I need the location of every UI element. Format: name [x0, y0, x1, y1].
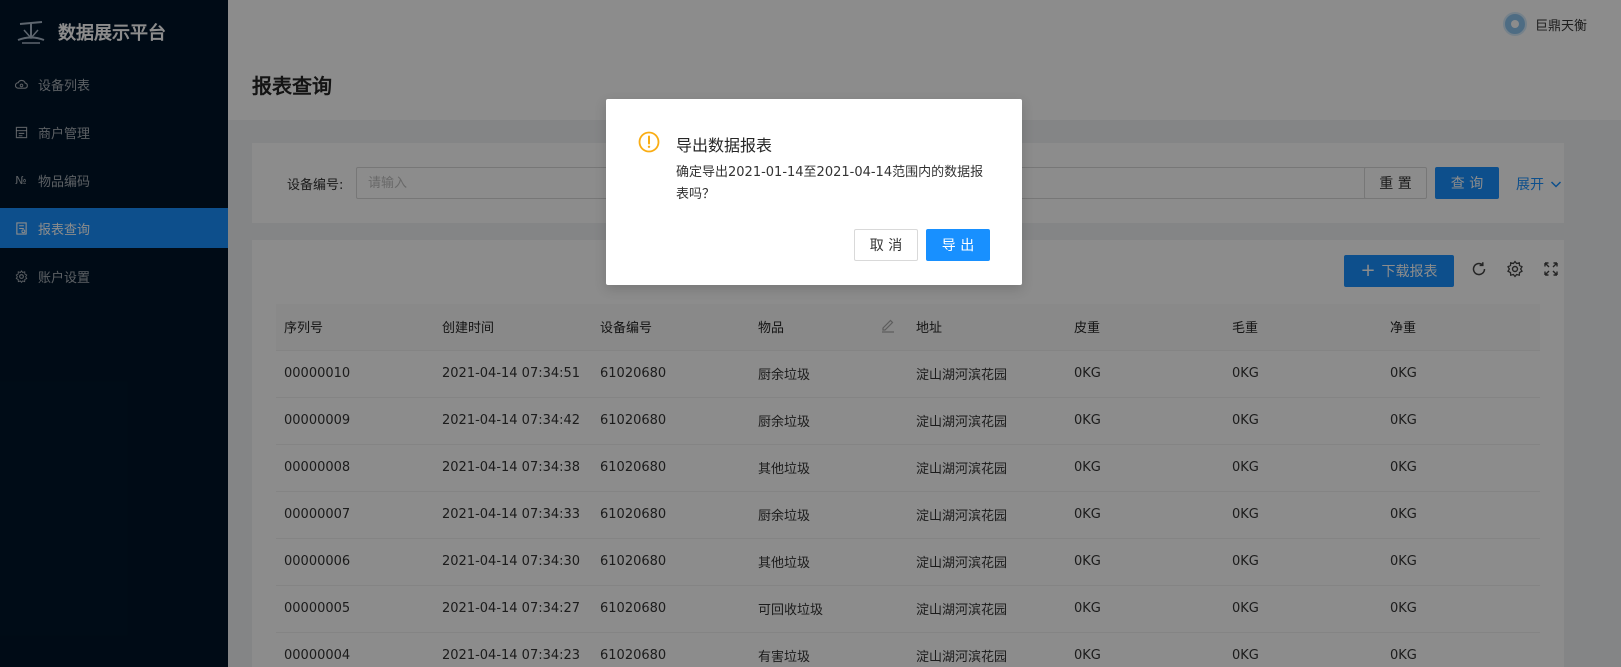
- warning-icon: [638, 131, 660, 153]
- export-button[interactable]: 导 出: [926, 229, 990, 261]
- cancel-button[interactable]: 取 消: [854, 229, 918, 261]
- modal-title: 导出数据报表: [676, 136, 773, 155]
- export-confirm-modal: 导出数据报表 确定导出2021-01-14至2021-04-14范围内的数据报表…: [606, 99, 1022, 285]
- modal-content: 确定导出2021-01-14至2021-04-14范围内的数据报表吗？: [676, 165, 984, 202]
